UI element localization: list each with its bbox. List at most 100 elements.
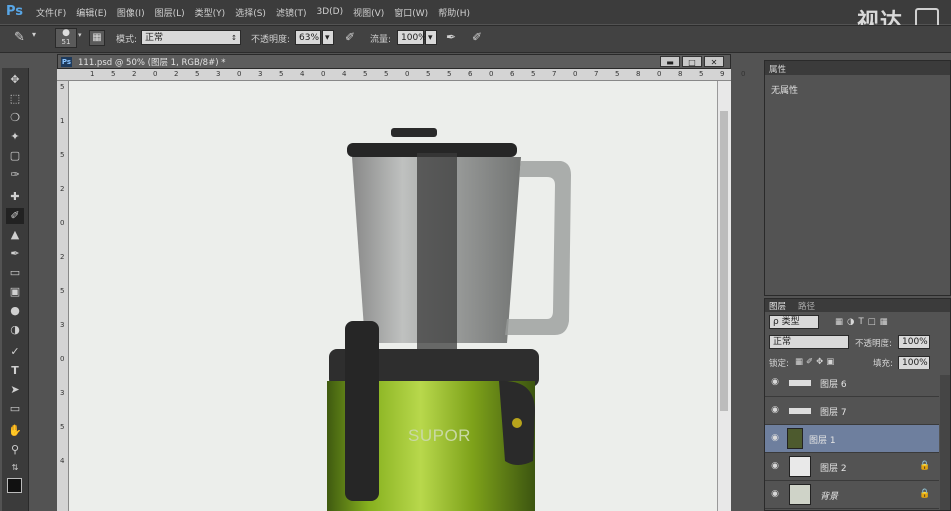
flow-input[interactable]: 100% <box>397 30 427 45</box>
layers-scrollbar[interactable] <box>940 375 950 510</box>
flow-slider-toggle[interactable]: ▾ <box>425 30 437 45</box>
ruler-horizontal: 1 5 2 0 2 5 3 0 3 5 4 0 4 5 5 0 5 5 6 0 6 5 7 0 7 5 8 0 8 5 9 0 <box>57 69 745 81</box>
fill-input[interactable]: 100% <box>898 356 930 370</box>
ruler-tick-label: 0 <box>60 355 65 363</box>
quick-select-tool-icon[interactable]: ✦ <box>6 129 24 145</box>
canvas[interactable]: SUPOR <box>69 81 717 511</box>
tools-panel: ✥ ⬚ ❍ ✦ ▢ ✑ ✚ ✐ ▲ ✒ ▭ ▣ ● ◑ ✓ T ➤ ▭ ✋ ⚲ … <box>2 68 29 511</box>
zoom-tool-icon[interactable]: ⚲ <box>6 442 24 458</box>
visibility-eye-icon[interactable]: ◉ <box>770 489 780 499</box>
layer-row-1[interactable]: ◉ 图层 1 <box>765 425 939 453</box>
ruler-tick-label: 0 <box>489 70 494 78</box>
chevron-down-icon: ▾ <box>428 33 433 43</box>
ruler-tick-label: 3 <box>216 70 221 78</box>
foreground-color-swatch[interactable] <box>7 478 22 493</box>
eraser-tool-icon[interactable]: ▭ <box>6 265 24 281</box>
brush-preset-picker[interactable]: ● 51 <box>55 28 77 48</box>
layer-row-2[interactable]: ◉ 图层 2 🔒 <box>765 453 939 481</box>
path-selection-tool-icon[interactable]: ➤ <box>6 382 24 398</box>
visibility-eye-icon[interactable]: ◉ <box>770 405 780 415</box>
pressure-size-icon[interactable]: ✐ <box>472 30 482 44</box>
ruler-tick-label: 2 <box>132 70 137 78</box>
lasso-tool-icon[interactable]: ❍ <box>6 110 24 126</box>
menu-type[interactable]: 类型(Y) <box>195 6 226 19</box>
lock-icon: 🔒 <box>919 461 931 471</box>
opacity-slider-toggle[interactable]: ▾ <box>322 30 334 45</box>
layer-opacity-label: 不透明度: <box>855 339 892 349</box>
menu-layer[interactable]: 图层(L) <box>155 6 185 19</box>
menu-select[interactable]: 选择(S) <box>235 6 266 19</box>
chevron-down-icon: ▾ <box>325 33 330 43</box>
menu-filter[interactable]: 滤镜(T) <box>276 6 307 19</box>
ruler-vertical: 5 1 5 2 0 2 5 3 0 3 5 4 <box>57 81 69 511</box>
pressure-opacity-icon[interactable]: ✐ <box>345 30 355 44</box>
mode-select[interactable]: 正常 ↕ <box>141 30 241 45</box>
layer-opacity-input[interactable]: 100% <box>898 335 930 349</box>
shape-tool-icon[interactable]: ▭ <box>6 401 24 417</box>
layer-filter-select[interactable]: ρ 类型 <box>769 315 819 329</box>
clone-stamp-tool-icon[interactable]: ▲ <box>6 227 24 243</box>
gradient-tool-icon[interactable]: ▣ <box>6 284 24 300</box>
ruler-tick-label: 4 <box>60 457 65 465</box>
menu-help[interactable]: 帮助(H) <box>438 6 470 19</box>
crop-tool-icon[interactable]: ▢ <box>6 148 24 164</box>
healing-brush-tool-icon[interactable]: ✚ <box>6 189 24 205</box>
ruler-tick-label: 1 <box>90 70 95 78</box>
minimize-button[interactable]: ▬ <box>660 56 680 67</box>
brush-size-chevron-down-icon[interactable]: ▾ <box>78 31 82 39</box>
eyedropper-tool-icon[interactable]: ✑ <box>6 167 24 183</box>
marquee-tool-icon[interactable]: ⬚ <box>6 91 24 107</box>
ruler-tick-label: 5 <box>60 423 65 431</box>
vertical-scrollbar[interactable] <box>717 81 731 511</box>
brush-panel-toggle-icon[interactable]: ▦ <box>89 30 105 46</box>
dodge-tool-icon[interactable]: ◑ <box>6 322 24 338</box>
layer-filter-icons[interactable]: ▦◑T□▦ <box>835 317 892 327</box>
ruler-tick-label: 5 <box>363 70 368 78</box>
menu-file[interactable]: 文件(F) <box>36 6 66 19</box>
ruler-tick-label: 8 <box>678 70 683 78</box>
tab-paths[interactable]: 路径 <box>798 300 815 312</box>
ruler-tick-label: 5 <box>531 70 536 78</box>
ruler-tick-label: 3 <box>60 321 65 329</box>
menu-edit[interactable]: 编辑(E) <box>76 6 107 19</box>
ruler-tick-label: 0 <box>321 70 326 78</box>
brush-tool-icon[interactable]: ✎ <box>14 30 25 45</box>
menu-window[interactable]: 窗口(W) <box>394 6 428 19</box>
juicer-product-image <box>327 128 571 511</box>
history-brush-tool-icon[interactable]: ✒ <box>6 246 24 262</box>
opacity-input[interactable]: 63% <box>295 30 321 45</box>
airbrush-icon[interactable]: ✒ <box>446 30 456 44</box>
blur-tool-icon[interactable]: ● <box>6 303 24 319</box>
visibility-eye-icon[interactable]: ◉ <box>770 461 780 471</box>
brush-tool-icon[interactable]: ✐ <box>6 208 24 224</box>
hand-tool-icon[interactable]: ✋ <box>6 423 24 439</box>
visibility-eye-icon[interactable]: ◉ <box>770 433 780 443</box>
layers-header: 图层 路径 <box>765 299 950 312</box>
ruler-tick-label: 0 <box>741 70 746 78</box>
tab-properties[interactable]: 属性 <box>769 63 786 75</box>
scroll-thumb[interactable] <box>720 111 728 411</box>
maximize-button[interactable]: □ <box>682 56 702 67</box>
tool-preset-chevron-down-icon[interactable]: ▾ <box>32 30 36 39</box>
document-tab[interactable]: Ps 111.psd @ 50% (图层 1, RGB/8#) * ▬ □ ✕ <box>57 54 731 69</box>
close-button[interactable]: ✕ <box>704 56 724 67</box>
layer-name: 图层 2 <box>820 464 847 474</box>
lock-options-icons[interactable]: ▦✐✥▣ <box>795 357 837 367</box>
ruler-tick-label: 6 <box>510 70 515 78</box>
move-tool-icon[interactable]: ✥ <box>6 72 24 88</box>
pen-tool-icon[interactable]: ✓ <box>6 344 24 360</box>
visibility-eye-icon[interactable]: ◉ <box>770 377 780 387</box>
type-tool-icon[interactable]: T <box>6 363 24 379</box>
menu-3d[interactable]: 3D(D) <box>316 7 343 17</box>
menu-view[interactable]: 视图(V) <box>353 6 384 19</box>
layer-row-background[interactable]: ◉ 背景 🔒 <box>765 481 939 509</box>
ruler-tick-label: 2 <box>174 70 179 78</box>
blend-mode-select[interactable]: 正常 <box>769 335 849 349</box>
layer-row-6[interactable]: ◉ 图层 6 <box>765 369 939 397</box>
document-title: 111.psd @ 50% (图层 1, RGB/8#) * <box>78 58 226 68</box>
tab-layers[interactable]: 图层 <box>769 300 786 312</box>
layer-row-7[interactable]: ◉ 图层 7 <box>765 397 939 425</box>
menu-image[interactable]: 图像(I) <box>117 6 145 19</box>
mode-label: 模式: <box>116 35 138 45</box>
swap-colors-icon[interactable]: ⇅ <box>6 460 24 476</box>
